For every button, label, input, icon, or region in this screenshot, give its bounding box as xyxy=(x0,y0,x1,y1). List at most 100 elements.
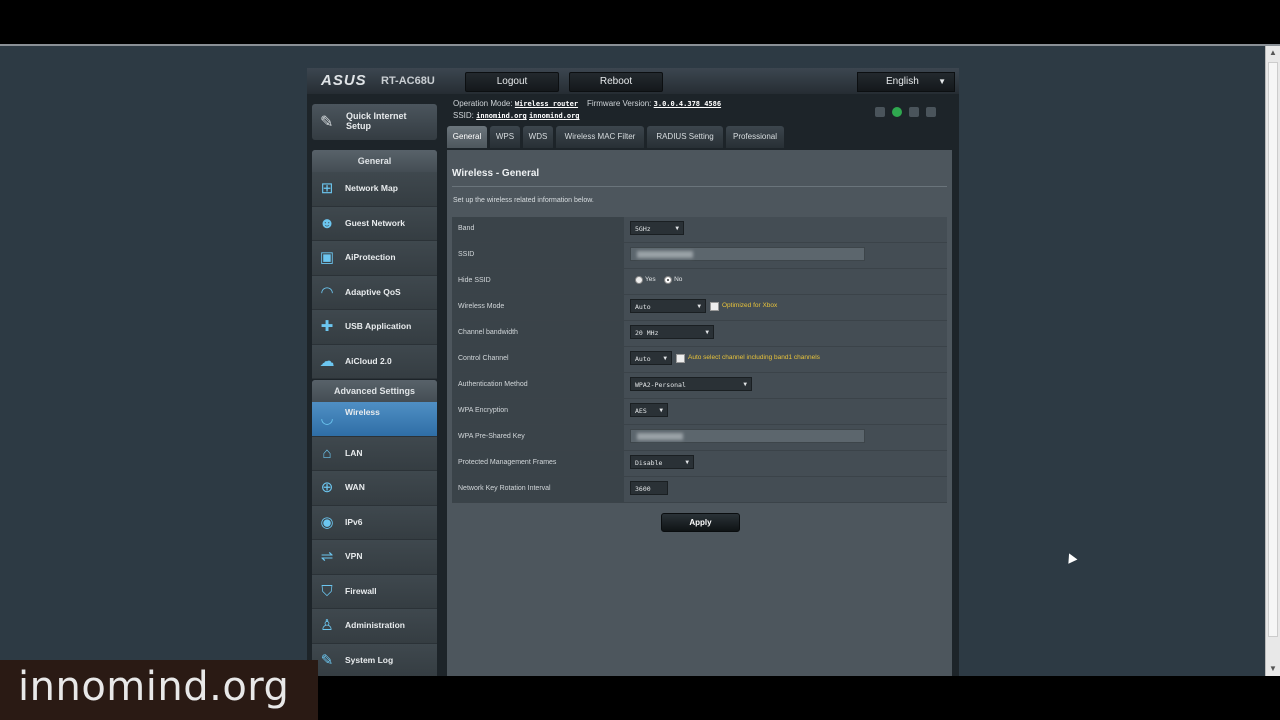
usb-status-icon[interactable] xyxy=(909,107,919,117)
auth-method-value: WPA2-Personal xyxy=(635,381,686,389)
sidebar-item-network-map[interactable]: ⊞ Network Map xyxy=(312,172,437,207)
row-label-cell: SSID xyxy=(452,243,624,268)
sidebar-item-guest-network[interactable]: ☻ Guest Network xyxy=(312,206,437,241)
sidebar-item-ipv6[interactable]: ◉ IPv6 xyxy=(312,505,437,540)
shield-icon: ⛉ xyxy=(321,582,333,600)
sidebar-item-lan[interactable]: ⌂ LAN xyxy=(312,436,437,471)
apply-button[interactable]: Apply xyxy=(661,513,740,532)
table-row: Hide SSID Yes No xyxy=(452,269,947,295)
globe-icon: ⊕ xyxy=(320,479,334,496)
language-select[interactable]: English ▼ xyxy=(857,72,955,92)
ssid-input[interactable] xyxy=(630,247,865,261)
ssid-label: SSID: xyxy=(453,111,474,120)
tab-wireless-mac-filter[interactable]: Wireless MAC Filter xyxy=(556,126,644,148)
video-top-bar xyxy=(0,0,1280,44)
home-icon: ⌂ xyxy=(322,444,332,462)
rotation-label: Network Key Rotation Interval xyxy=(458,485,551,492)
router-admin-page: ASUS RT-AC68U Logout Reboot English ▼ Op… xyxy=(307,68,959,676)
chevron-down-icon: ▼ xyxy=(675,225,679,232)
auto-channel-checkbox[interactable] xyxy=(676,354,685,363)
sidebar-item-aiprotection[interactable]: ▣ AiProtection xyxy=(312,241,437,276)
row-label-cell: Authentication Method xyxy=(452,373,624,398)
cloud-icon: ☁ xyxy=(319,352,335,370)
ssid-link-1[interactable]: innomind.org xyxy=(476,112,527,120)
sidebar-item-usb-application[interactable]: ✚ USB Application xyxy=(312,310,437,345)
content-panel: Wireless - General Set up the wireless r… xyxy=(447,150,952,676)
printer-status-icon[interactable] xyxy=(926,107,936,117)
tab-general[interactable]: General xyxy=(447,126,487,148)
scroll-down-icon[interactable]: ▼ xyxy=(1266,662,1280,676)
scrollbar-thumb[interactable] xyxy=(1268,62,1278,637)
vertical-scrollbar[interactable]: ▲ ▼ xyxy=(1265,46,1280,676)
row-label-cell: Band xyxy=(452,217,624,242)
reboot-button[interactable]: Reboot xyxy=(569,72,663,92)
tab-radius-setting[interactable]: RADIUS Setting xyxy=(647,126,723,148)
rotation-input[interactable]: 3600 xyxy=(630,481,668,495)
row-label-cell: Hide SSID xyxy=(452,269,624,294)
pmf-value: Disable xyxy=(635,459,663,467)
logout-button[interactable]: Logout xyxy=(465,72,559,92)
page-description: Set up the wireless related information … xyxy=(453,197,594,204)
tab-professional[interactable]: Professional xyxy=(726,126,784,148)
sidebar-item-vpn[interactable]: ⇌ VPN xyxy=(312,540,437,575)
ssid-link-2[interactable]: innomind.org xyxy=(529,112,580,120)
sidebar-item-adaptive-qos[interactable]: ◠ Adaptive QoS xyxy=(312,275,437,310)
sidebar-item-label: IPv6 xyxy=(345,516,363,527)
wireless-mode-select[interactable]: Auto ▼ xyxy=(630,299,706,313)
chevron-down-icon: ▼ xyxy=(685,459,689,466)
ipv6-icon: ◉ xyxy=(320,513,334,531)
wpa-key-input[interactable] xyxy=(630,429,865,443)
channel-bandwidth-select[interactable]: 20 MHz ▼ xyxy=(630,325,714,339)
lock-icon: ▣ xyxy=(319,249,335,266)
row-label-cell: WPA Pre-Shared Key xyxy=(452,425,624,450)
sidebar-item-label: Wireless xyxy=(345,407,380,417)
tab-wps[interactable]: WPS xyxy=(490,126,520,148)
wireless-mode-label: Wireless Mode xyxy=(458,303,505,310)
sidebar-item-administration[interactable]: ♙ Administration xyxy=(312,609,437,644)
sidebar-item-label: Guest Network xyxy=(345,217,405,228)
admin-icon: ♙ xyxy=(320,617,334,634)
hide-ssid-yes-radio[interactable] xyxy=(635,276,643,284)
auth-method-label: Authentication Method xyxy=(458,381,528,388)
wpa-encryption-value: AES xyxy=(635,407,647,415)
table-row: WPA Encryption AES ▼ xyxy=(452,399,947,425)
sidebar-item-label: Network Map xyxy=(345,183,398,193)
wand-icon: ✎ xyxy=(320,114,334,131)
vpn-icon: ⇌ xyxy=(320,548,334,565)
sidebar-item-label: WAN xyxy=(345,482,365,492)
blurred-value xyxy=(637,251,693,258)
sidebar-item-label: USB Application xyxy=(345,321,412,331)
advanced-settings-header: Advanced Settings xyxy=(312,380,437,402)
hide-ssid-no-radio[interactable] xyxy=(664,276,673,284)
quick-internet-setup-button[interactable]: ✎ Quick Internet Setup xyxy=(312,104,437,140)
internet-status-icon[interactable] xyxy=(875,107,885,117)
asus-logo: ASUS xyxy=(321,72,367,89)
operation-mode-link[interactable]: Wireless router xyxy=(515,100,578,108)
sidebar-item-system-log[interactable]: ✎ System Log xyxy=(312,643,437,676)
sidebar-item-label: AiCloud 2.0 xyxy=(345,355,392,366)
tab-wds[interactable]: WDS xyxy=(523,126,553,148)
control-channel-select[interactable]: Auto ▼ xyxy=(630,351,672,365)
pmf-select[interactable]: Disable ▼ xyxy=(630,455,694,469)
channel-bandwidth-label: Channel bandwidth xyxy=(458,329,518,336)
chevron-down-icon: ▼ xyxy=(705,329,709,336)
language-value: English xyxy=(886,76,919,87)
scroll-up-icon[interactable]: ▲ xyxy=(1266,46,1280,60)
xbox-optimize-checkbox[interactable] xyxy=(710,302,719,311)
sidebar-item-wireless[interactable]: ◡ Wireless xyxy=(312,402,437,437)
wpa-encryption-select[interactable]: AES ▼ xyxy=(630,403,668,417)
wifi-status-icon[interactable] xyxy=(892,107,902,117)
quick-setup-label: Quick Internet Setup xyxy=(346,111,407,131)
sidebar-item-firewall[interactable]: ⛉ Firewall xyxy=(312,574,437,609)
band-select[interactable]: 5GHz ▼ xyxy=(630,221,684,235)
sidebar-item-aicloud[interactable]: ☁ AiCloud 2.0 xyxy=(312,344,437,379)
wpa-key-label: WPA Pre-Shared Key xyxy=(458,433,525,440)
sidebar-item-label: Administration xyxy=(345,620,405,630)
row-label-cell: Network Key Rotation Interval xyxy=(452,477,624,502)
firmware-link[interactable]: 3.0.0.4.378_4586 xyxy=(654,100,721,108)
wpa-encryption-label: WPA Encryption xyxy=(458,407,509,414)
table-row: WPA Pre-Shared Key xyxy=(452,425,947,451)
table-row: SSID xyxy=(452,243,947,269)
sidebar-item-wan[interactable]: ⊕ WAN xyxy=(312,471,437,506)
auth-method-select[interactable]: WPA2-Personal ▼ xyxy=(630,377,752,391)
